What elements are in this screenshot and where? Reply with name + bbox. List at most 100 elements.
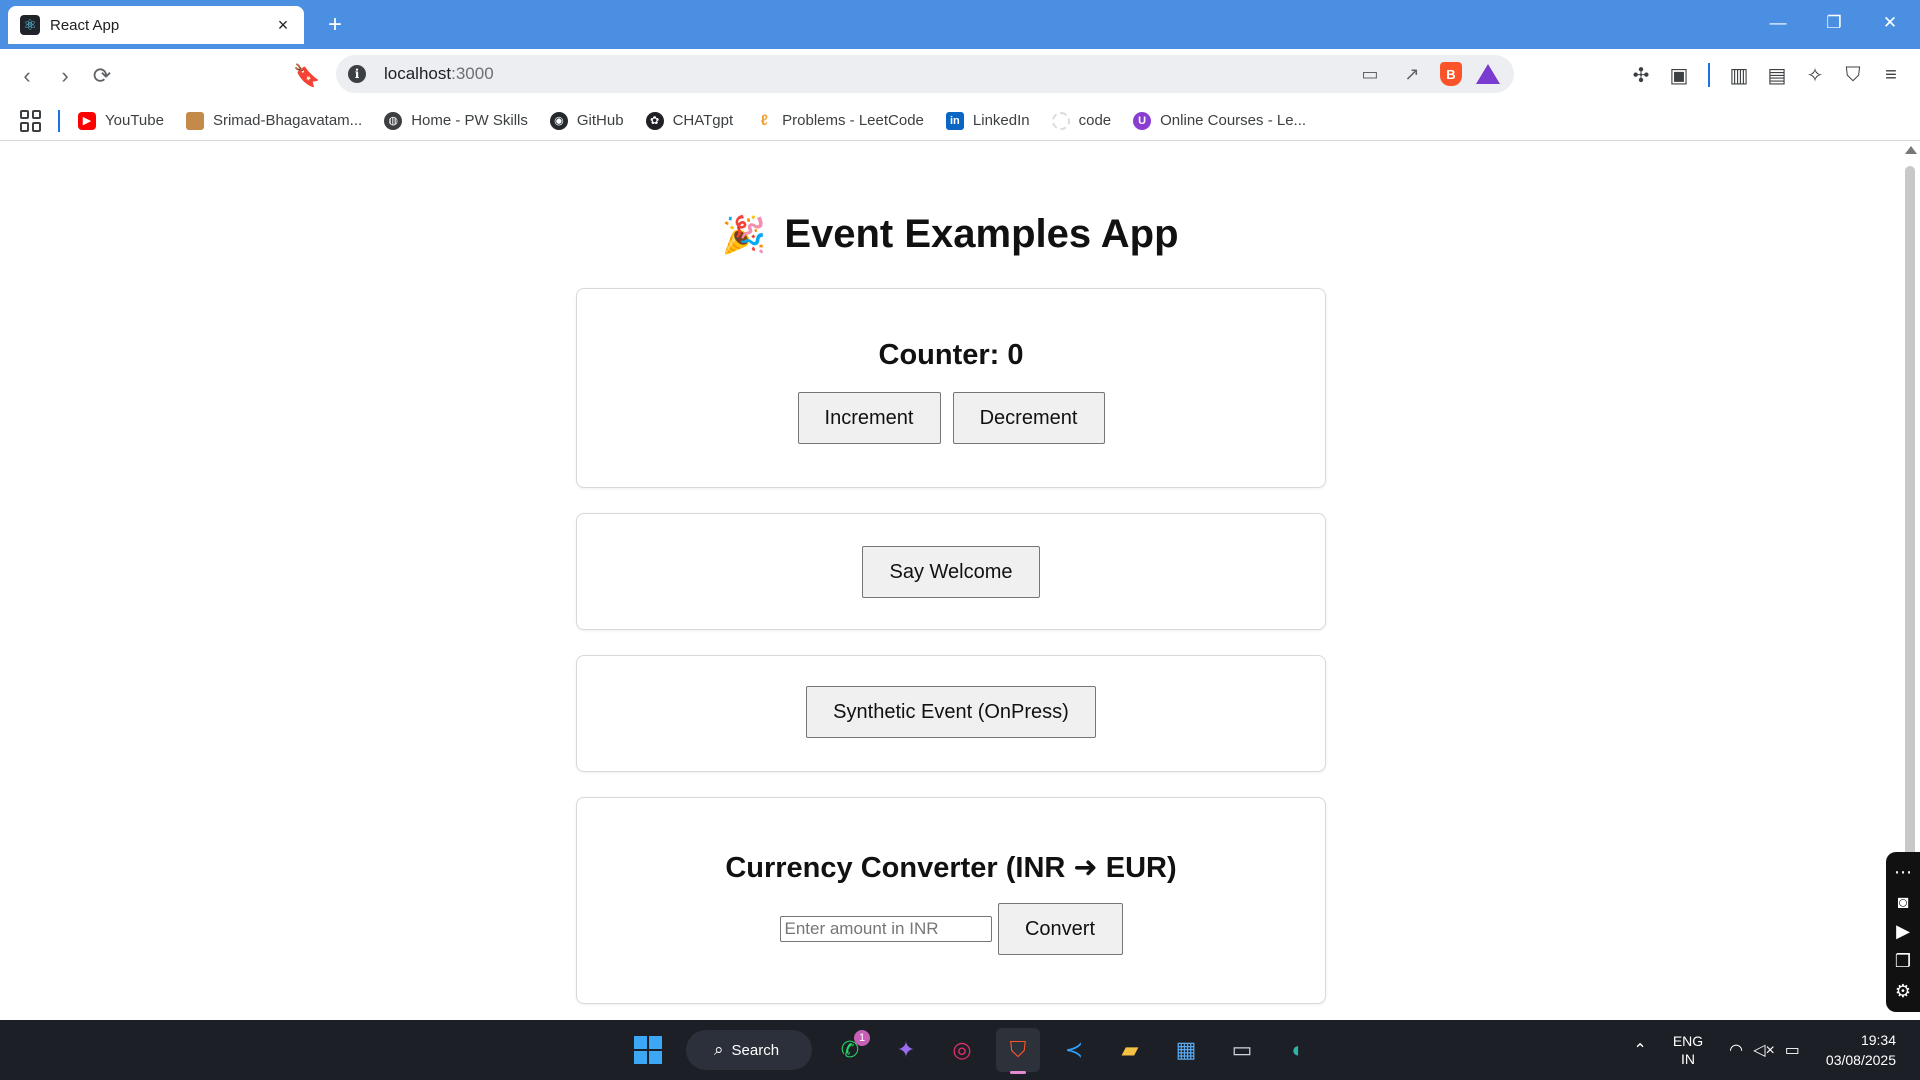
whatsapp-badge: 1 xyxy=(854,1030,870,1046)
react-icon: ⚛ xyxy=(20,15,40,35)
bookmark-linkedin[interactable]: in LinkedIn xyxy=(945,111,1030,130)
reader-icon[interactable]: ▣ xyxy=(1666,61,1692,89)
bookmark-icon[interactable]: 🔖 xyxy=(292,61,322,91)
instagram-icon[interactable]: ◎ xyxy=(940,1028,984,1072)
bookmark-chatgpt[interactable]: ✿ CHATgpt xyxy=(645,111,734,130)
page-title-text: Event Examples App xyxy=(784,212,1179,256)
floating-capture-toolbar: ⋯ ◙ ▶ ❐ ⚙ xyxy=(1886,852,1920,1012)
vpn-icon[interactable]: ⛉ xyxy=(1840,61,1866,89)
bookmark-label: Online Courses - Le... xyxy=(1160,112,1307,129)
brave-shields-icon[interactable]: B xyxy=(1440,62,1462,86)
tab-strip: ⚛ React App × + — ❐ ✕ xyxy=(0,0,1920,49)
increment-button[interactable]: Increment xyxy=(797,392,941,444)
scroll-up-arrow-icon[interactable] xyxy=(1905,146,1917,154)
start-button[interactable] xyxy=(626,1028,670,1072)
leetcode-icon: ℓ xyxy=(760,112,768,129)
vscode-icon[interactable]: ≺ xyxy=(1052,1028,1096,1072)
chevron-up-icon[interactable]: ⌃ xyxy=(1633,1040,1646,1060)
windows-icon[interactable]: ❐ xyxy=(1895,951,1911,972)
wallet-icon[interactable]: ▤ xyxy=(1764,61,1790,89)
language-indicator[interactable]: ENG IN xyxy=(1673,1032,1703,1068)
decrement-button[interactable]: Decrement xyxy=(952,392,1105,444)
settings-gear-icon[interactable]: ⚙ xyxy=(1895,981,1911,1002)
sidebar-icon[interactable]: ▥ xyxy=(1726,61,1752,89)
openai-icon: ✿ xyxy=(645,111,664,130)
terminal-icon[interactable]: ▭ xyxy=(1220,1028,1264,1072)
counter-card: Counter: 0 Increment Decrement xyxy=(576,288,1326,488)
taskbar-search[interactable]: ⌕ Search xyxy=(686,1030,812,1070)
search-icon: ⌕ xyxy=(714,1040,724,1059)
share-icon[interactable]: ↗ xyxy=(1398,60,1426,88)
close-window-button[interactable]: ✕ xyxy=(1868,8,1912,38)
video-icon[interactable]: ▶ xyxy=(1896,921,1910,942)
bookmark-label: CHATgpt xyxy=(672,112,734,129)
bookmark-bhagavatam[interactable]: Srimad-Bhagavatam... xyxy=(185,111,363,130)
bookmark-label: LinkedIn xyxy=(972,112,1030,129)
region-code: IN xyxy=(1681,1051,1695,1067)
bookmark-youtube[interactable]: ▶ YouTube xyxy=(78,111,164,130)
menu-icon[interactable]: ≡ xyxy=(1878,61,1904,89)
system-tray: ⌃ ENG IN ◠ ◁× ▭ 19:34 03/08/2025 xyxy=(1633,1020,1920,1080)
bookmark-pw-skills[interactable]: ◍ Home - PW Skills xyxy=(384,111,528,130)
clock-time: 19:34 xyxy=(1860,1032,1896,1048)
copilot-icon[interactable]: ✦ xyxy=(884,1028,928,1072)
windows-logo-icon xyxy=(634,1036,662,1064)
url-port: :3000 xyxy=(451,64,494,83)
bookmark-leetcode[interactable]: ℓ Problems - LeetCode xyxy=(755,112,924,130)
more-icon[interactable]: ⋯ xyxy=(1894,862,1912,883)
close-tab-icon[interactable]: × xyxy=(272,15,294,36)
bookmark-code[interactable]: code xyxy=(1051,111,1112,130)
restore-button[interactable]: ❐ xyxy=(1812,8,1856,38)
brave-rewards-icon[interactable] xyxy=(1476,64,1500,84)
extensions-icon[interactable]: ✣ xyxy=(1628,61,1654,89)
page-viewport: 🎉 Event Examples App Counter: 0 Increment… xyxy=(0,142,1900,1020)
inr-amount-input[interactable] xyxy=(779,916,992,942)
whatsapp-icon[interactable]: ✆ 1 xyxy=(828,1028,872,1072)
counter-label: Counter: 0 xyxy=(878,339,1024,371)
battery-icon[interactable]: ▭ xyxy=(1785,1040,1800,1060)
url-host: localhost xyxy=(384,64,452,83)
bookmark-label: GitHub xyxy=(576,112,624,129)
wifi-icon[interactable]: ◠ xyxy=(1729,1040,1743,1060)
code-icon xyxy=(1051,111,1070,130)
clock-date: 03/08/2025 xyxy=(1825,1052,1896,1068)
github-icon: ◉ xyxy=(549,111,568,130)
reload-icon[interactable]: ⟳ xyxy=(87,61,117,91)
youtube-icon: ▶ xyxy=(78,111,96,130)
convert-button[interactable]: Convert xyxy=(997,903,1123,955)
site-info-icon[interactable]: i xyxy=(348,65,366,83)
tab-title: React App xyxy=(50,16,120,34)
back-icon[interactable]: ‹ xyxy=(12,61,42,91)
party-popper-icon: 🎉 xyxy=(721,215,767,256)
bookmark-label: Srimad-Bhagavatam... xyxy=(212,112,363,129)
microsoft-store-icon[interactable]: ▦ xyxy=(1164,1028,1208,1072)
volume-muted-icon[interactable]: ◁× xyxy=(1753,1040,1775,1060)
windows-taskbar: ⌕ Search ✆ 1 ✦ ◎ ⛉ ≺ ▰ ▦ ▭ ◐ ⌃ ENG IN ◠ … xyxy=(0,1020,1920,1080)
currency-converter-card: Currency Converter (INR ➜ EUR) Convert xyxy=(576,797,1326,1004)
say-welcome-button[interactable]: Say Welcome xyxy=(862,546,1040,598)
brave-browser-icon[interactable]: ⛉ xyxy=(996,1028,1040,1074)
bookmark-label: Problems - LeetCode xyxy=(782,112,924,129)
bookmarks-bar: ▶ YouTube Srimad-Bhagavatam... ◍ Home - … xyxy=(0,101,1920,141)
bookmark-label: code xyxy=(1078,112,1112,129)
browser-toolbar: ‹ › ⟳ 🔖 i localhost:3000 ▭ ↗ B ✣ ▣ ▥ ▤ ✧… xyxy=(0,49,1920,101)
leo-ai-icon[interactable]: ✧ xyxy=(1802,61,1828,89)
cast-icon[interactable]: ▭ xyxy=(1356,60,1384,88)
minimize-button[interactable]: — xyxy=(1756,8,1800,38)
apps-grid-icon[interactable] xyxy=(20,109,42,132)
lang-code: ENG xyxy=(1672,1033,1704,1049)
bookmarks-divider xyxy=(58,109,60,132)
clock[interactable]: 19:34 03/08/2025 xyxy=(1826,1030,1896,1070)
synthetic-event-button[interactable]: Synthetic Event (OnPress) xyxy=(806,686,1096,738)
address-bar[interactable]: i localhost:3000 ▭ ↗ B xyxy=(336,55,1514,93)
bookmark-udemy[interactable]: U Online Courses - Le... xyxy=(1133,111,1307,130)
tab-react-app[interactable]: ⚛ React App × xyxy=(8,6,304,44)
synthetic-event-card: Synthetic Event (OnPress) xyxy=(576,655,1326,772)
edge-icon[interactable]: ◐ xyxy=(1276,1028,1320,1072)
file-explorer-icon[interactable]: ▰ xyxy=(1108,1028,1152,1072)
bookmark-label: Home - PW Skills xyxy=(411,112,528,129)
new-tab-button[interactable]: + xyxy=(320,10,350,40)
bookmark-github[interactable]: ◉ GitHub xyxy=(549,111,624,130)
camera-icon[interactable]: ◙ xyxy=(1898,892,1909,913)
forward-icon[interactable]: › xyxy=(50,61,80,91)
